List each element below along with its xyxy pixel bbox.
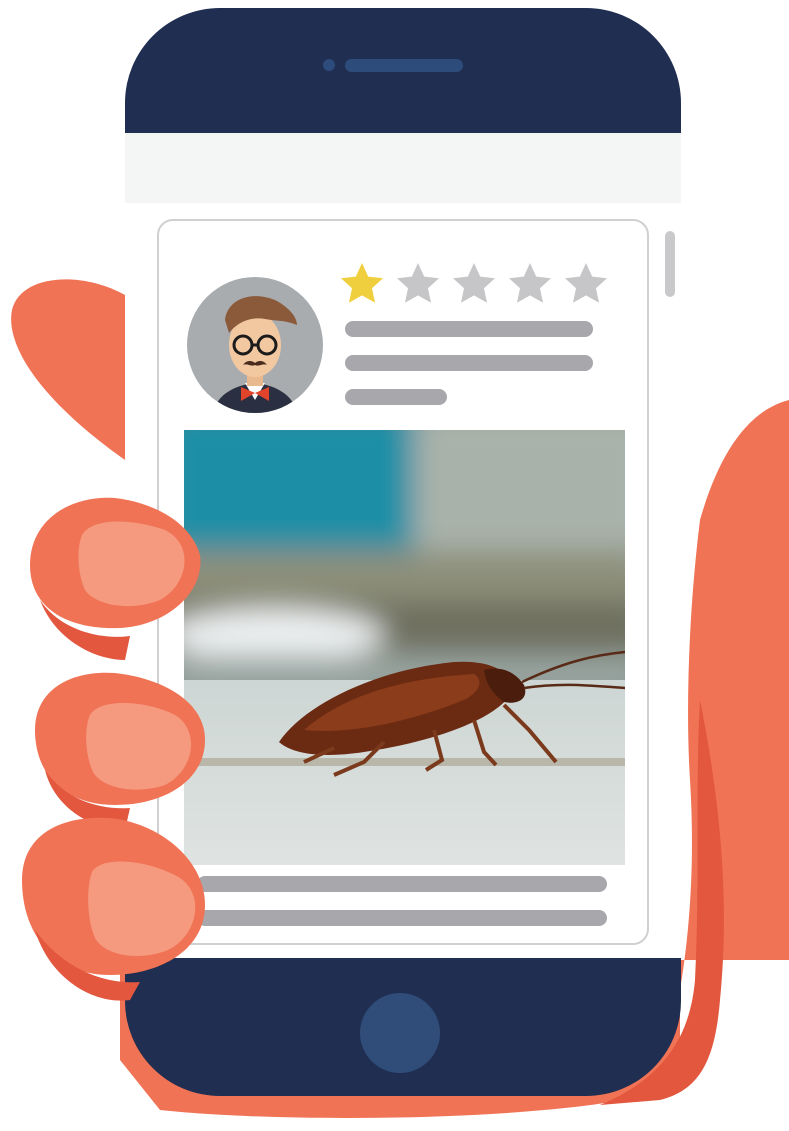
fingernail-2 [86, 702, 192, 790]
finger-2 [35, 672, 205, 830]
finger-1 [30, 497, 201, 660]
finger-3 [22, 817, 205, 1001]
fingernail-1 [78, 521, 185, 607]
hand-fingers [22, 497, 205, 1001]
